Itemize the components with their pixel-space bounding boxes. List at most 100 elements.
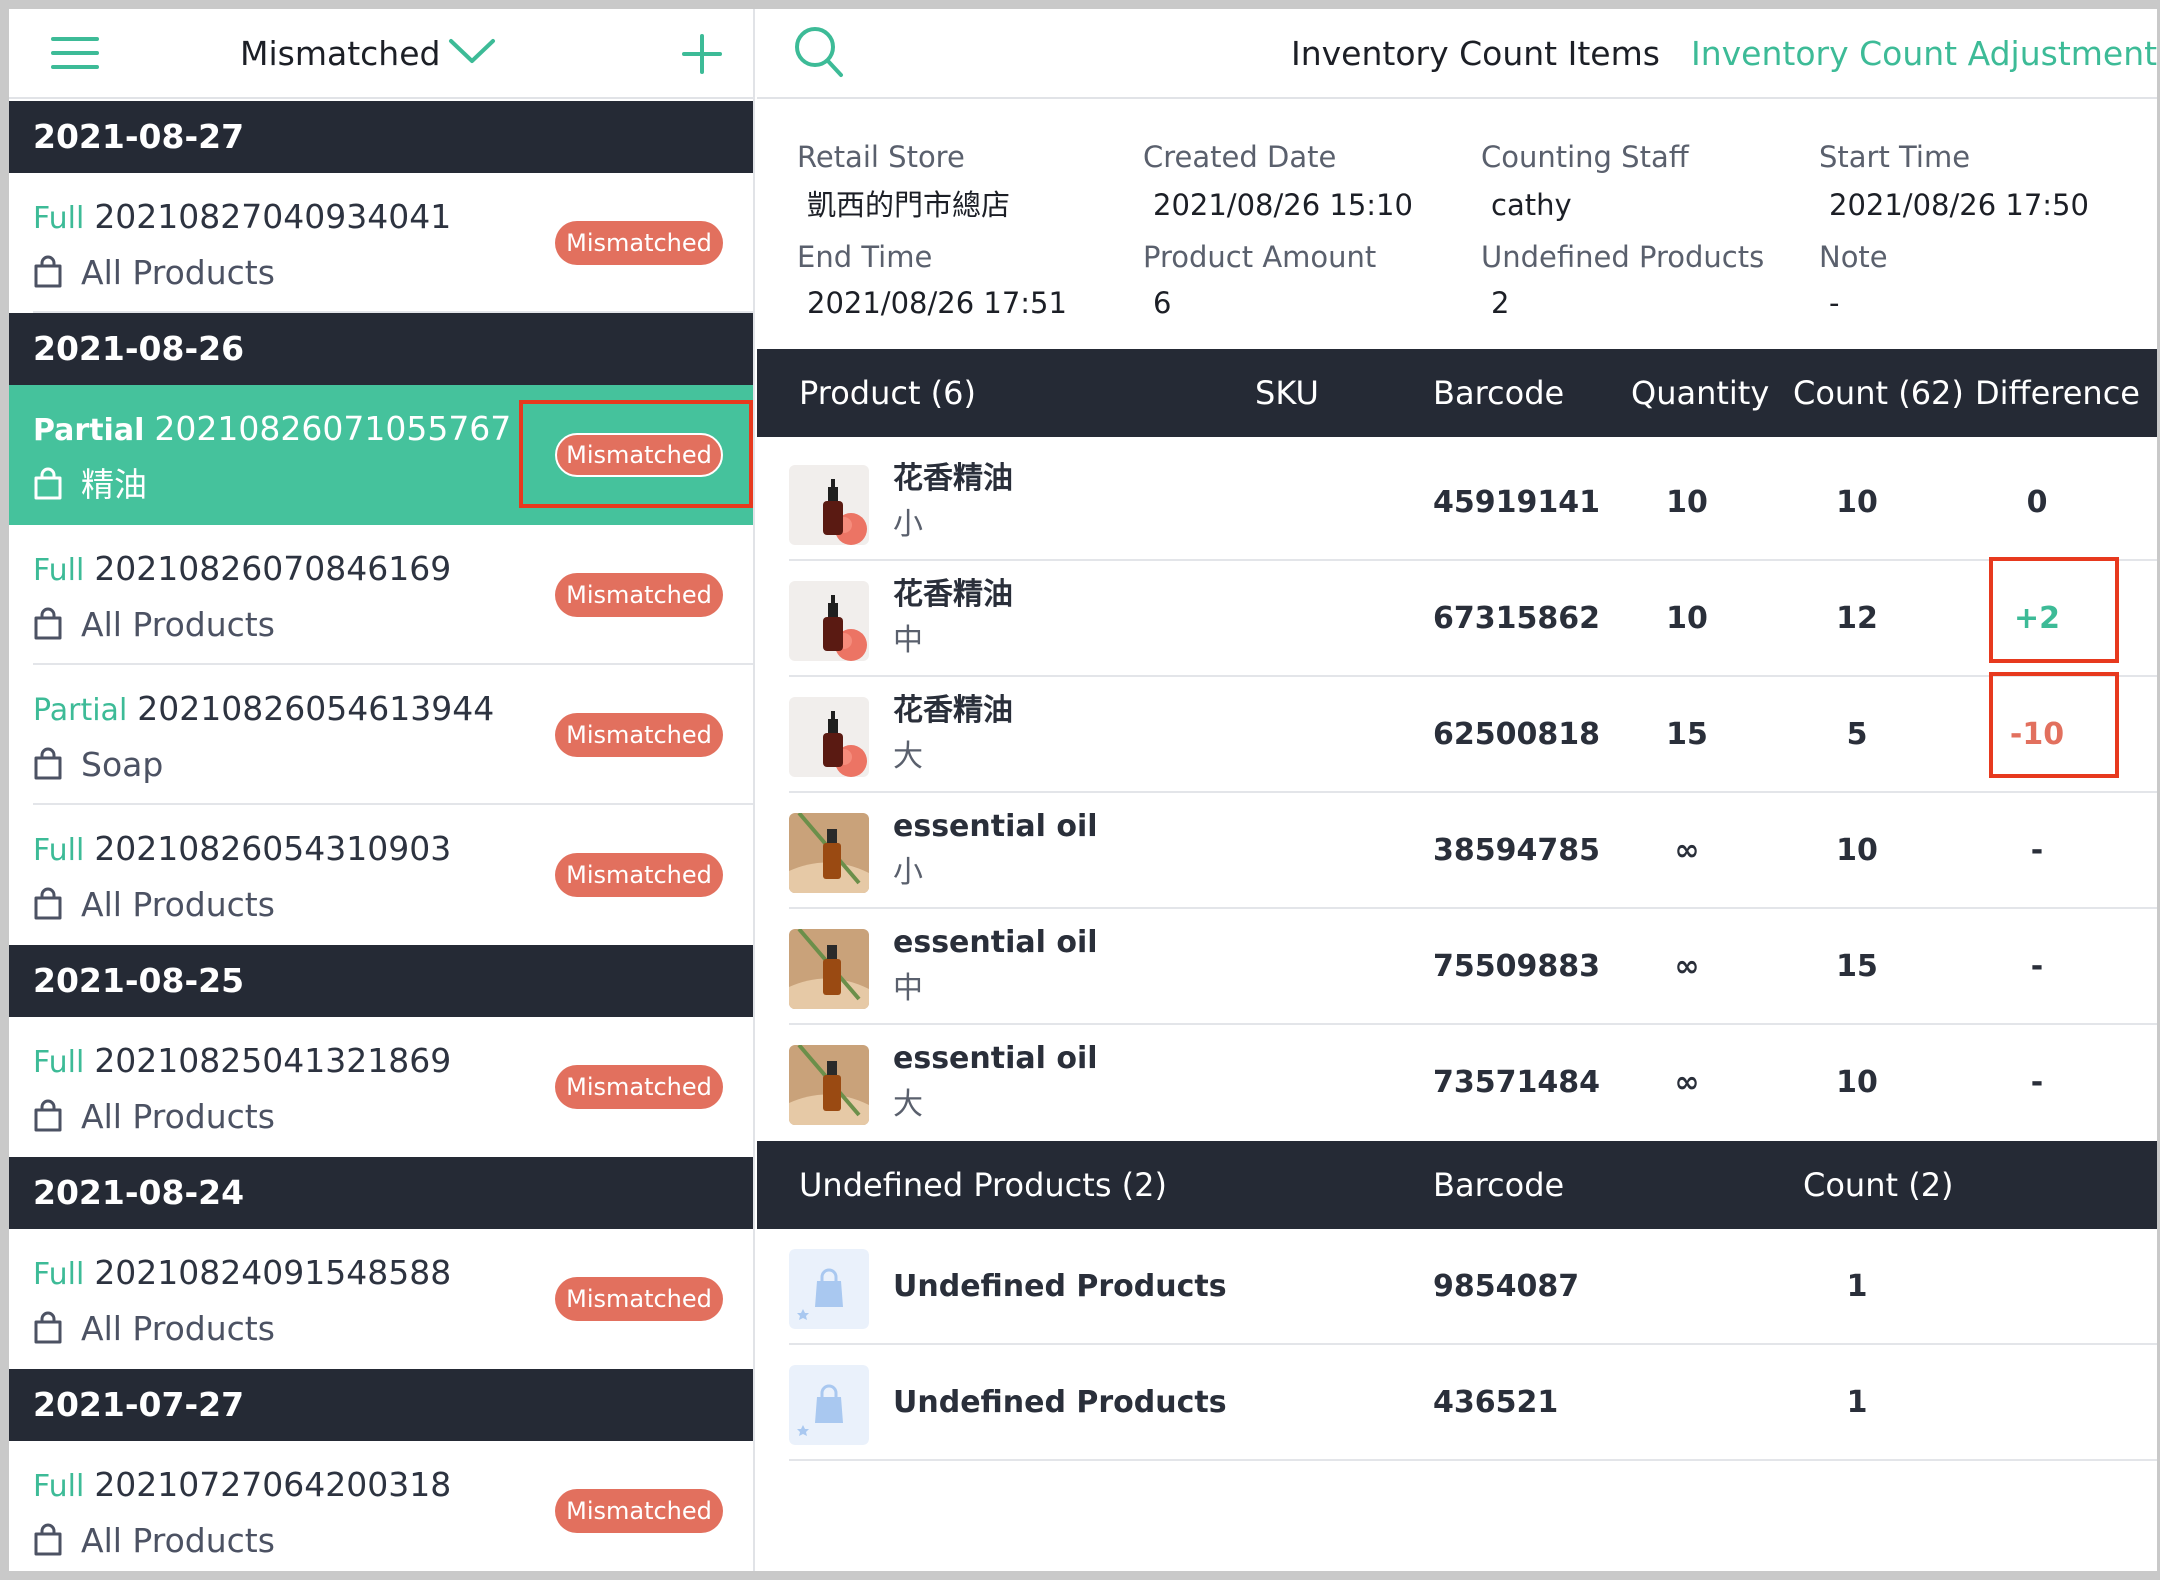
record-scope-text: Soap — [81, 745, 164, 784]
app-window: Mismatched 2021-08-27 Full 20210827040934… — [9, 9, 2157, 1571]
record-title: Partial 20210826054613944 — [33, 685, 494, 735]
table-row[interactable]: 花香精油 中 67315862 10 12 +2 — [757, 561, 2157, 677]
shopping-bag-icon — [34, 607, 62, 639]
product-variant: 小 — [893, 855, 923, 890]
count-record[interactable]: Full 20210826070846169 All Products Misma… — [9, 525, 753, 665]
date-group-header: 2021-08-25 — [9, 945, 753, 1017]
row-divider — [789, 1459, 2157, 1461]
product-name: Undefined Products — [893, 1269, 1227, 1304]
record-title: Full 20210826054310903 — [33, 825, 451, 875]
counting-staff-value: cathy — [1491, 188, 1572, 222]
count-cell: 10 — [1836, 1065, 1878, 1100]
retail-store-label: Retail Store — [797, 140, 965, 174]
count-record[interactable]: Full 20210824091548588 All Products Misma… — [9, 1229, 753, 1369]
product-variant: 大 — [893, 739, 923, 774]
product-name: Undefined Products — [893, 1385, 1227, 1420]
end-time-value: 2021/08/26 17:51 — [807, 286, 1067, 320]
shopping-bag-icon — [34, 887, 62, 919]
count-record[interactable]: Partial 20210826054613944 Soap Mismatched — [9, 665, 753, 805]
col-product[interactable]: Product (6) — [799, 349, 976, 437]
record-type: Full — [33, 201, 85, 236]
hamburger-menu-icon[interactable] — [51, 35, 99, 71]
col-count[interactable]: Count (62) — [1793, 349, 1964, 437]
table-row[interactable]: essential oil 中 75509883 ∞ 15 - — [757, 909, 2157, 1025]
col-count[interactable]: Count (2) — [1803, 1141, 1954, 1229]
undefined-table-header: Undefined Products (2) Barcode Count (2) — [757, 1141, 2157, 1229]
status-filter-label[interactable]: Mismatched — [240, 29, 440, 79]
record-title: Full 20210826070846169 — [33, 545, 451, 595]
barcode-cell: 45919141 — [1433, 485, 1600, 520]
status-badge[interactable]: Mismatched — [555, 1277, 723, 1321]
table-row[interactable]: Undefined Products 436521 1 — [757, 1345, 2157, 1461]
record-scope: All Products — [33, 1093, 275, 1141]
count-record-selected[interactable]: Partial 20210826071055767 精油 Mismatched — [9, 385, 753, 525]
tab-inventory-count-adjustment[interactable]: Inventory Count Adjustment — [1691, 29, 2157, 79]
table-row[interactable]: essential oil 大 73571484 ∞ 10 - — [757, 1025, 2157, 1141]
date-group-header: 2021-08-27 — [9, 101, 753, 173]
count-record[interactable]: Full 20210825041321869 All Products Misma… — [9, 1017, 753, 1157]
col-undefined-product[interactable]: Undefined Products (2) — [799, 1141, 1167, 1229]
col-difference[interactable]: Difference — [1975, 349, 2140, 437]
count-cell: 12 — [1836, 601, 1878, 636]
count-record[interactable]: Full 20210826054310903 All Products Misma… — [9, 805, 753, 945]
date-group-header: 2021-08-26 — [9, 313, 753, 385]
product-amount-value: 6 — [1153, 286, 1172, 320]
product-amount-label: Product Amount — [1143, 240, 1377, 274]
col-barcode[interactable]: Barcode — [1433, 349, 1564, 437]
record-type: Full — [33, 1257, 85, 1292]
start-time-label: Start Time — [1819, 140, 1971, 174]
count-record[interactable]: Full 20210827040934041 All Products Misma… — [9, 173, 753, 313]
count-cell: 1 — [1846, 1269, 1868, 1304]
product-variant: 小 — [893, 507, 923, 542]
note-label: Note — [1819, 240, 1888, 274]
product-name: essential oil — [893, 925, 1098, 960]
status-badge[interactable]: Mismatched — [555, 713, 723, 757]
record-id: 20210824091548588 — [94, 1253, 452, 1292]
table-row[interactable]: essential oil 小 38594785 ∞ 10 - — [757, 793, 2157, 909]
table-row[interactable]: Undefined Products 9854087 1 — [757, 1229, 2157, 1345]
count-cell: 1 — [1846, 1385, 1868, 1420]
note-value: - — [1829, 286, 1840, 320]
undefined-product-bag-icon — [789, 1365, 869, 1445]
col-quantity[interactable]: Quantity — [1631, 349, 1769, 437]
count-detail-pane: Inventory Count Items Inventory Count Ad… — [757, 9, 2157, 1571]
status-badge[interactable]: Mismatched — [555, 573, 723, 617]
chevron-down-icon[interactable] — [447, 31, 497, 71]
tab-inventory-count-items[interactable]: Inventory Count Items — [1291, 29, 1660, 79]
shopping-bag-icon — [34, 747, 62, 779]
record-scope-text: All Products — [81, 1309, 275, 1348]
count-record[interactable]: Full 20210727064200318 All Products Misma… — [9, 1441, 753, 1571]
product-variant: 中 — [893, 623, 923, 658]
detail-header: Inventory Count Items Inventory Count Ad… — [757, 9, 2157, 99]
record-id: 20210826054613944 — [137, 689, 495, 728]
record-scope: All Products — [33, 1517, 275, 1565]
record-type: Full — [33, 833, 85, 868]
table-row[interactable]: 花香精油 大 62500818 15 5 -10 — [757, 677, 2157, 793]
count-cell: 10 — [1836, 485, 1878, 520]
barcode-cell: 436521 — [1433, 1385, 1559, 1420]
record-type: Full — [33, 1469, 85, 1504]
col-barcode[interactable]: Barcode — [1433, 1141, 1564, 1229]
status-badge[interactable]: Mismatched — [555, 221, 723, 265]
created-date-label: Created Date — [1143, 140, 1337, 174]
product-name: essential oil — [893, 1041, 1098, 1076]
status-badge[interactable]: Mismatched — [555, 853, 723, 897]
undefined-product-bag-icon — [789, 1249, 869, 1329]
col-sku[interactable]: SKU — [1255, 349, 1319, 437]
status-badge[interactable]: Mismatched — [555, 433, 723, 477]
count-cell: 5 — [1846, 717, 1868, 752]
table-row[interactable]: 花香精油 小 45919141 10 10 0 — [757, 445, 2157, 561]
count-info-panel: Retail Store 凱西的門市總店 Created Date 2021/0… — [757, 101, 2157, 351]
search-icon[interactable] — [793, 25, 845, 81]
status-badge[interactable]: Mismatched — [555, 1065, 723, 1109]
product-thumbnail — [789, 813, 869, 893]
status-badge[interactable]: Mismatched — [555, 1489, 723, 1533]
difference-cell: - — [2030, 1065, 2044, 1100]
plus-icon[interactable] — [681, 33, 723, 75]
record-type: Partial — [33, 413, 145, 448]
product-name: 花香精油 — [893, 693, 1013, 728]
record-scope-text: All Products — [81, 885, 275, 924]
record-scope-text: All Products — [81, 253, 275, 292]
record-scope: All Products — [33, 249, 275, 297]
quantity-cell: 10 — [1666, 601, 1708, 636]
